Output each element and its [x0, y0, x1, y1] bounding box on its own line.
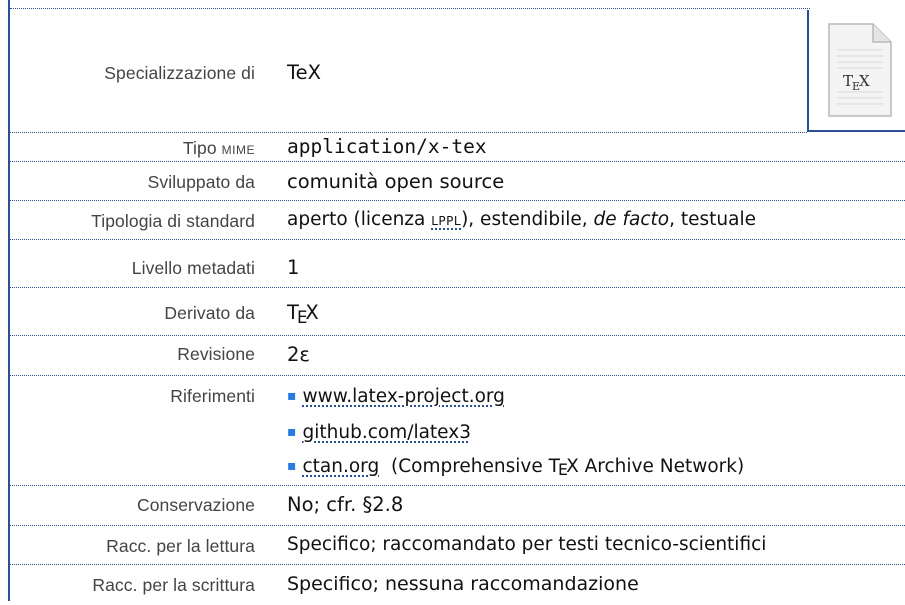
reference-item: ▪ ctan.org (Comprehensive TEX Archive Net… [287, 456, 745, 480]
file-icon-panel: T E X [807, 10, 905, 132]
value-revisione: 2ε [287, 343, 310, 366]
label-tipologia: Tipologia di standard [91, 211, 255, 231]
row-revisione: Revisione 2ε [10, 336, 905, 376]
row-specializzazione: Specializzazione di TeX [10, 9, 807, 133]
row-scrittura: Racc. per la scrittura Specifico; nessun… [10, 565, 905, 605]
row-conservazione: Conservazione No; cfr. §2.8 [10, 486, 905, 526]
row-derivato: Derivato da TEX [10, 288, 905, 336]
row-tipologia: Tipologia di standard aperto (licenza LP… [10, 201, 905, 240]
label-livello: Livello metadati [131, 258, 255, 278]
value-derivato: TEX [287, 301, 319, 327]
label-derivato: Derivato da [164, 303, 255, 323]
bullet-icon: ▪ [287, 388, 297, 404]
row-livello: Livello metadati 1 [10, 240, 905, 288]
label-conservazione: Conservazione [136, 495, 255, 515]
link-github-latex3[interactable]: github.com/latex3 [303, 422, 471, 443]
reference-item: ▪ www.latex-project.org [287, 386, 505, 407]
value-scrittura: Specifico; nessuna raccomandazione [287, 573, 639, 595]
row-mime: Tipo MIME application/x-tex [10, 133, 905, 162]
label-scrittura: Racc. per la scrittura [92, 575, 255, 595]
label-riferimenti: Riferimenti [170, 386, 255, 406]
value-specializzazione: TeX [287, 61, 321, 84]
bullet-icon: ▪ [287, 424, 297, 440]
value-lettura: Specifico; raccomandato per testi tecnic… [287, 534, 767, 555]
icon-tex-x: X [859, 72, 870, 90]
label-revisione: Revisione [177, 344, 255, 364]
row-sviluppato: Sviluppato da comunità open source [10, 162, 905, 201]
lppl-link[interactable]: LPPL [431, 214, 461, 228]
link-ctan[interactable]: ctan.org [303, 456, 380, 477]
row-riferimenti: Riferimenti ▪ www.latex-project.org ▪ gith… [10, 376, 905, 486]
file-document-icon: T E X [828, 23, 892, 117]
reference-item: ▪ github.com/latex3 [287, 422, 471, 443]
label-sviluppato: Sviluppato da [147, 172, 255, 192]
value-sviluppato: comunità open source [287, 170, 505, 193]
value-conservazione: No; cfr. §2.8 [287, 493, 404, 516]
label-specializzazione: Specializzazione di [104, 63, 255, 83]
value-mime: application/x-tex [287, 135, 487, 158]
link-latex-project[interactable]: www.latex-project.org [303, 386, 505, 407]
label-lettura: Racc. per la lettura [106, 536, 255, 556]
value-tipologia: aperto (licenza LPPL), estendibile, de f… [287, 209, 756, 230]
bullet-icon: ▪ [287, 458, 297, 474]
value-livello: 1 [287, 256, 300, 279]
row-lettura: Racc. per la lettura Specifico; raccoman… [10, 526, 905, 565]
label-mime: Tipo MIME [182, 138, 255, 158]
